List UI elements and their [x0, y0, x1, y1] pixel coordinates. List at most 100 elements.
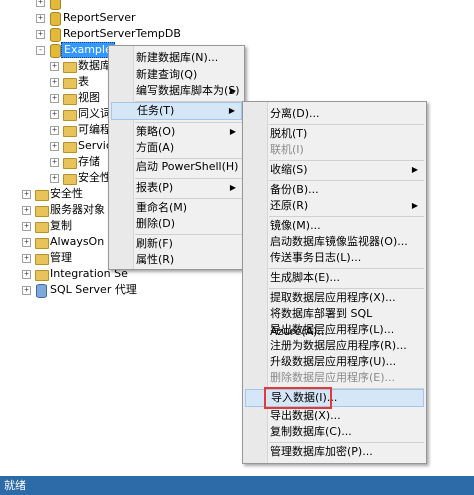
expander-icon[interactable]: +: [50, 110, 59, 119]
menu-item-delete[interactable]: 删除(D): [111, 215, 242, 233]
tree-node-label: 安全性: [78, 171, 111, 184]
menu-item-restore[interactable]: 还原(R) ▶: [245, 197, 424, 215]
menu-item-label: 启动 PowerShell(H): [136, 160, 239, 173]
menu-item-label: 联机(I): [270, 143, 304, 156]
folder-icon: [63, 126, 77, 137]
menu-item-facets[interactable]: 方面(A): [111, 139, 242, 157]
menu-item-label: 管理数据库加密(P)...: [270, 445, 373, 458]
expander-icon[interactable]: +: [22, 286, 31, 295]
collapse-icon[interactable]: -: [36, 46, 45, 55]
folder-icon: [63, 78, 77, 89]
menu-item-label: 删除数据层应用程序(E)...: [270, 371, 396, 384]
menu-item-tasks[interactable]: 任务(T) ▶: [111, 102, 242, 120]
folder-icon: [35, 270, 49, 281]
folder-icon: [63, 62, 77, 73]
menu-item-new-database[interactable]: 新建数据库(N)...: [111, 49, 242, 67]
folder-icon: [63, 158, 77, 169]
folder-icon: [35, 222, 49, 233]
menu-item-copy-database[interactable]: 复制数据库(C)...: [245, 423, 424, 441]
expander-icon[interactable]: +: [22, 238, 31, 247]
agent-icon: [36, 284, 47, 298]
expander-icon[interactable]: +: [36, 30, 45, 39]
menu-item-script-database[interactable]: 编写数据库脚本为(S) ▶: [111, 82, 242, 100]
menu-item-label: 新建查询(Q): [136, 68, 198, 81]
submenu-arrow-icon: ▶: [229, 183, 236, 192]
menu-item-label: 提取数据层应用程序(X)...: [270, 291, 396, 304]
menu-item-label: 注册为数据层应用程序(R)...: [270, 339, 407, 352]
menu-item-label: 方面(A): [136, 141, 175, 154]
highlight-box: [264, 387, 332, 409]
expander-icon[interactable]: +: [50, 126, 59, 135]
folder-icon: [63, 110, 77, 121]
tree-node-label: 服务器对象: [50, 203, 105, 216]
expander-icon[interactable]: +: [22, 270, 31, 279]
menu-item-start-powershell[interactable]: 启动 PowerShell(H): [111, 158, 242, 176]
expander-icon[interactable]: +: [50, 94, 59, 103]
expander-icon[interactable]: +: [22, 190, 31, 199]
tree-node-label: 管理: [50, 251, 72, 264]
expander-icon[interactable]: +: [22, 254, 31, 263]
tree-node-label: 同义词: [78, 107, 111, 120]
folder-icon: [35, 254, 49, 265]
menu-item-bring-online: 联机(I): [245, 141, 424, 159]
menu-item-label: 镜像(M)...: [270, 219, 321, 232]
expander-icon[interactable]: +: [22, 222, 31, 231]
tree-node-label: SQL Server 代理: [50, 283, 137, 296]
tree-node-label-selected: Example: [61, 42, 115, 58]
tree-node-label: 表: [78, 75, 89, 88]
menu-item-reports[interactable]: 报表(P) ▶: [111, 179, 242, 197]
tree-node-label: 复制: [50, 219, 72, 232]
database-icon: [50, 12, 61, 26]
folder-icon: [35, 190, 49, 201]
menu-item-label: 导出数据层应用程序(L)...: [270, 323, 395, 336]
menu-item-label: 脱机(T): [270, 127, 308, 140]
folder-icon: [63, 142, 77, 153]
folder-icon: [63, 174, 77, 185]
tree-node-label: 视图: [78, 91, 100, 104]
menu-item-manage-encryption[interactable]: 管理数据库加密(P)...: [245, 443, 424, 461]
tree-node-label: 存储: [78, 155, 100, 168]
status-text: 就绪: [4, 479, 26, 492]
expander-icon[interactable]: +: [36, 14, 45, 23]
folder-icon: [63, 94, 77, 105]
menu-item-label: 新建数据库(N)...: [136, 51, 219, 64]
menu-item-detach[interactable]: 分离(D)...: [245, 105, 424, 123]
menu-item-label: 复制数据库(C)...: [270, 425, 352, 438]
menu-item-label: 备份(B)...: [270, 183, 319, 196]
expander-icon[interactable]: +: [50, 78, 59, 87]
menu-item-label: 报表(P): [136, 181, 174, 194]
menu-item-delete-dac: 删除数据层应用程序(E)...: [245, 369, 424, 387]
menu-item-properties[interactable]: 属性(R): [111, 251, 242, 269]
menu-item-log-shipping[interactable]: 传送事务日志(L)...: [245, 249, 424, 267]
expander-icon[interactable]: +: [22, 206, 31, 215]
menu-item-label: 删除(D): [136, 217, 176, 230]
submenu-arrow-icon: ▶: [229, 86, 236, 95]
menu-item-label: 分离(D)...: [270, 107, 320, 120]
expander-icon[interactable]: +: [50, 158, 59, 167]
menu-item-label: 生成脚本(E)...: [270, 271, 341, 284]
menu-item-label: 升级数据层应用程序(U)...: [270, 355, 397, 368]
expander-icon[interactable]: +: [50, 62, 59, 71]
database-icon: [50, 44, 61, 58]
folder-icon: [35, 206, 49, 217]
menu-item-generate-scripts[interactable]: 生成脚本(E)...: [245, 269, 424, 287]
menu-item-label: 导出数据(X)...: [270, 409, 341, 422]
database-icon: [50, 28, 61, 42]
tree-node-label: ReportServer: [63, 11, 136, 24]
expander-icon[interactable]: +: [50, 174, 59, 183]
menu-item-label: 收缩(S): [270, 163, 308, 176]
expander-icon[interactable]: +: [50, 142, 59, 151]
menu-item-label: 属性(R): [136, 253, 175, 266]
menu-item-label: 重命名(M): [136, 201, 188, 214]
menu-item-label: 策略(O): [136, 125, 176, 138]
menu-item-label: 传送事务日志(L)...: [270, 251, 362, 264]
menu-item-label: 还原(R): [270, 199, 309, 212]
status-bar: 就绪: [0, 476, 474, 495]
submenu-arrow-icon: ▶: [228, 106, 235, 115]
menu-item-label: 启动数据库镜像监视器(O)...: [270, 235, 408, 248]
tree-node-label: 安全性: [50, 187, 83, 200]
tasks-submenu: 分离(D)... 脱机(T) 联机(I) 收缩(S) ▶ 备份(B)... 还原(…: [242, 101, 427, 464]
menu-item-shrink[interactable]: 收缩(S) ▶: [245, 161, 424, 179]
expander-icon[interactable]: +: [36, 0, 45, 7]
database-icon: [50, 0, 61, 10]
